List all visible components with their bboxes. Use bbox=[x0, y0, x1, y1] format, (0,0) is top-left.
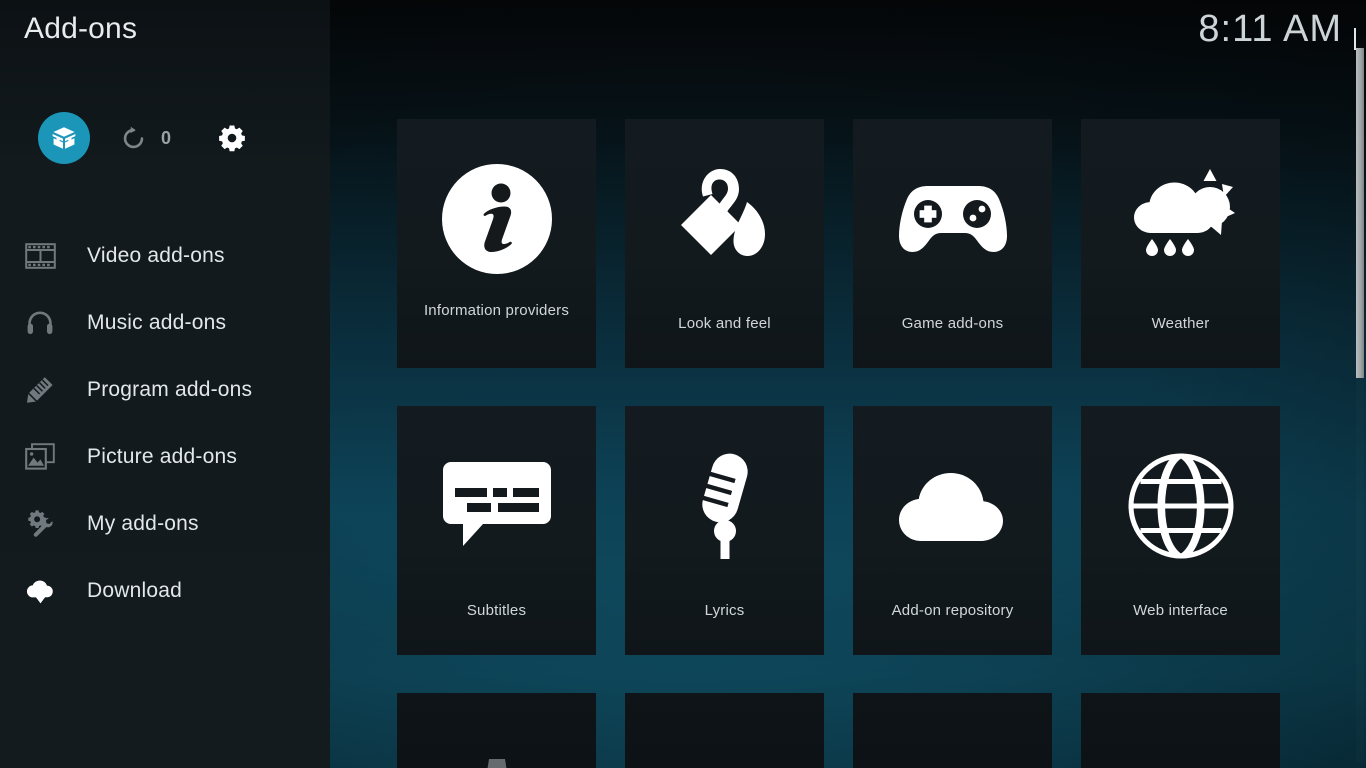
grid-row: Information providers Look and feel Game… bbox=[397, 119, 1317, 368]
sidebar: Add-ons 0 Video add-ons Music add-ons Pr… bbox=[0, 0, 330, 768]
sidebar-toolbar: 0 bbox=[38, 112, 247, 164]
sidebar-item-label: My add-ons bbox=[87, 511, 199, 535]
gamepad-icon bbox=[853, 161, 1052, 277]
addons-category-grid: Information providers Look and feel Game… bbox=[397, 119, 1317, 768]
gear-icon bbox=[217, 123, 247, 153]
sidebar-item-music-add-ons[interactable]: Music add-ons bbox=[0, 289, 330, 356]
sidebar-item-picture-add-ons[interactable]: Picture add-ons bbox=[0, 423, 330, 490]
info-circle-icon bbox=[397, 161, 596, 277]
film-strip-icon bbox=[18, 239, 62, 273]
sidebar-item-video-add-ons[interactable]: Video add-ons bbox=[0, 222, 330, 289]
pencil-ruler-icon bbox=[18, 373, 62, 407]
sidebar-item-label: Music add-ons bbox=[87, 310, 227, 334]
sidebar-item-download[interactable]: Download bbox=[0, 557, 330, 624]
tile-label: Lyrics bbox=[704, 602, 745, 619]
vertical-scrollbar[interactable] bbox=[1356, 44, 1364, 762]
scrollbar-thumb[interactable] bbox=[1356, 48, 1364, 378]
microphone-icon bbox=[625, 448, 824, 564]
grid-row bbox=[397, 693, 1317, 768]
gear-partial-icon bbox=[397, 735, 596, 768]
tile-web-interface[interactable]: Web interface bbox=[1081, 406, 1280, 655]
addons-settings-button[interactable] bbox=[217, 123, 247, 153]
cloud-icon bbox=[853, 448, 1052, 564]
headphones-icon bbox=[18, 306, 62, 340]
sidebar-menu: Video add-ons Music add-ons Program add-… bbox=[0, 222, 330, 624]
gear-wrench-icon bbox=[18, 507, 62, 541]
tile-game-add-ons[interactable]: Game add-ons bbox=[853, 119, 1052, 368]
skin-panel-icon bbox=[1081, 735, 1280, 768]
subtitle-bubble-icon bbox=[397, 448, 596, 564]
package-box-icon bbox=[50, 124, 78, 152]
tile-label: Game add-ons bbox=[901, 315, 1004, 332]
tile-lyrics[interactable]: Lyrics bbox=[625, 406, 824, 655]
tile-subtitles[interactable]: Subtitles bbox=[397, 406, 596, 655]
tile-partial-2[interactable] bbox=[625, 693, 824, 768]
sidebar-item-label: Video add-ons bbox=[87, 243, 225, 267]
tile-label: Look and feel bbox=[678, 315, 771, 332]
tile-add-on-repository[interactable]: Add-on repository bbox=[853, 406, 1052, 655]
tile-partial-4[interactable] bbox=[1081, 693, 1280, 768]
paint-tag-icon bbox=[625, 161, 824, 277]
screensaver-icon bbox=[625, 735, 824, 768]
tile-weather[interactable]: Weather bbox=[1081, 119, 1280, 368]
tile-label: Add-on repository bbox=[891, 602, 1014, 619]
page-title: Add-ons bbox=[24, 12, 138, 45]
globe-grid-icon bbox=[1081, 448, 1280, 564]
sidebar-item-my-add-ons[interactable]: My add-ons bbox=[0, 490, 330, 557]
clock: 8:11 AM bbox=[1198, 8, 1342, 50]
sidebar-item-label: Program add-ons bbox=[87, 377, 253, 401]
update-count: 0 bbox=[161, 127, 172, 148]
refresh-icon bbox=[120, 125, 147, 152]
tile-label: Information providers bbox=[423, 302, 570, 319]
addons-browser-button[interactable] bbox=[38, 112, 90, 164]
picture-stack-icon bbox=[18, 440, 62, 474]
tile-label: Web interface bbox=[1133, 602, 1228, 619]
grid-row: Subtitles Lyrics Add-on repository Web i… bbox=[397, 406, 1317, 655]
tile-partial-3[interactable] bbox=[853, 693, 1052, 768]
tile-information-providers[interactable]: Information providers bbox=[397, 119, 596, 368]
visualisation-bars-icon bbox=[853, 735, 1052, 768]
tile-partial-1[interactable] bbox=[397, 693, 596, 768]
sidebar-item-label: Download bbox=[87, 578, 182, 602]
tile-look-and-feel[interactable]: Look and feel bbox=[625, 119, 824, 368]
sidebar-item-label: Picture add-ons bbox=[87, 444, 238, 468]
weather-rain-sun-icon bbox=[1081, 161, 1280, 277]
tile-label: Subtitles bbox=[466, 602, 527, 619]
check-for-updates-button[interactable]: 0 bbox=[120, 125, 171, 152]
cloud-download-icon bbox=[18, 574, 62, 608]
sidebar-item-program-add-ons[interactable]: Program add-ons bbox=[0, 356, 330, 423]
kodi-addons-browser: Add-ons 0 Video add-ons Music add-ons Pr… bbox=[0, 0, 1366, 768]
tile-label: Weather bbox=[1151, 315, 1210, 332]
